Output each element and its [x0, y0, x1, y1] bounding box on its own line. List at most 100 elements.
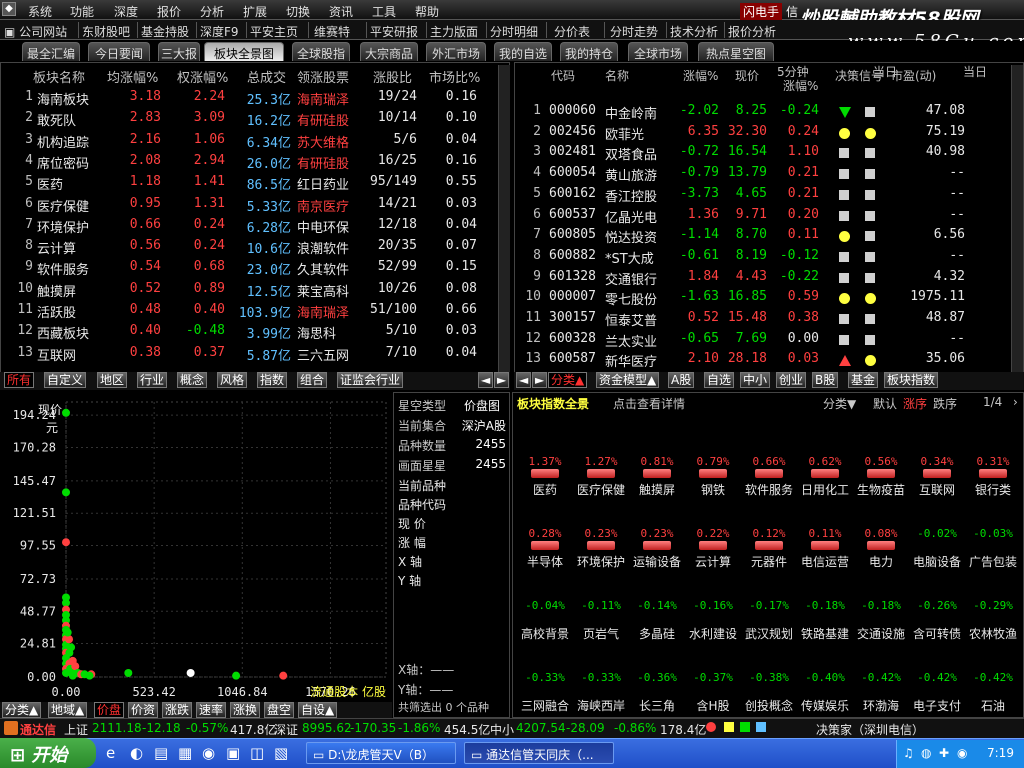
stock-row[interactable]: 1 000060 中金岭南 -2.02 8.25 -0.24 47.08 [515, 103, 1009, 123]
block-tile[interactable]: 0.08% 电力 [851, 527, 911, 570]
block-tile[interactable]: 1.27% 医疗保健 [571, 455, 631, 498]
stock-name[interactable]: 零七股份 [605, 289, 657, 308]
sector-col-header[interactable]: 权涨幅% [177, 67, 228, 86]
start-button[interactable]: ⊞ 开始 [0, 738, 96, 768]
toolbar-weisaite[interactable]: 维赛特 [314, 23, 350, 40]
leading-stock[interactable]: 海南瑞泽 [297, 89, 349, 108]
block-tile[interactable]: -0.18% 交通设施 [851, 599, 911, 642]
toolbar-depth-f9[interactable]: 深度F9 [200, 23, 239, 40]
sector-name[interactable]: 互联网 [37, 345, 76, 364]
menu-switch[interactable]: 切换 [286, 3, 310, 20]
leading-stock[interactable]: 红日药业 [297, 174, 349, 193]
sector-row[interactable]: 4 席位密码 2.08 2.94 26.0亿 有研硅股 16/25 0.16 [1, 153, 497, 173]
taskbar-item-folder[interactable]: ▭ D:\龙虎管天V（B） [306, 742, 456, 764]
stock-code[interactable]: 600805 [549, 227, 596, 242]
tab-three-papers[interactable]: 三大报 [158, 42, 200, 61]
leading-stock[interactable]: 南京医疗 [297, 196, 349, 215]
stock-name[interactable]: 香江控股 [605, 186, 657, 205]
tab-news[interactable]: 今日要闻 [88, 42, 150, 61]
block-tile[interactable]: 0.12% 元器件 [739, 527, 799, 570]
sector-table-scrollbar[interactable] [498, 65, 510, 375]
scatter-plot[interactable]: 现价元194.24170.28145.47121.5197.5572.7348.… [0, 392, 392, 704]
block-tile[interactable]: 0.11% 电信运营 [795, 527, 855, 570]
stock-category-tab[interactable]: A股 [668, 372, 695, 388]
toolbar-intraday[interactable]: 分时走势 [610, 23, 658, 40]
block-tile[interactable]: -0.03% 广告包装 [963, 527, 1023, 570]
tray-network-icon[interactable]: ♫ [903, 746, 914, 760]
sector-col-header[interactable]: 领涨股票 [297, 67, 349, 86]
stock-row[interactable]: 9 601328 交通银行 1.84 4.43 -0.22 4.32 [515, 269, 1009, 289]
block-tile[interactable]: -0.18% 铁路基建 [795, 599, 855, 642]
tab-compilation[interactable]: 最全汇编 [22, 42, 80, 61]
sector-row[interactable]: 1 海南板块 3.18 2.24 25.3亿 海南瑞泽 19/24 0.16 [1, 89, 497, 109]
stock-code[interactable]: 002481 [549, 144, 596, 159]
quicklaunch-browser-icon[interactable]: ◉ [202, 744, 215, 762]
block-tile[interactable]: 0.79% 钢铁 [683, 455, 743, 498]
taskbar-item-tdx[interactable]: ▭ 通达信管天同庆（... [464, 742, 614, 764]
menu-analysis[interactable]: 分析 [200, 3, 224, 20]
sector-row[interactable]: 9 软件服务 0.54 0.68 23.0亿 久其软件 52/99 0.15 [1, 259, 497, 279]
quicklaunch-terminal-icon[interactable]: ▧ [274, 744, 288, 762]
stock-name[interactable]: *ST大成 [605, 248, 654, 267]
toolbar-tick-detail[interactable]: 分时明细 [490, 23, 538, 40]
stock-code[interactable]: 002456 [549, 124, 596, 139]
quicklaunch-folder-icon[interactable]: ▣ [226, 744, 240, 762]
toolbar-tech-analysis[interactable]: 技术分析 [670, 23, 718, 40]
stock-col-header[interactable]: 市盈(动) [891, 67, 936, 84]
stock-row[interactable]: 5 600162 香江控股 -3.73 4.65 0.21 -- [515, 186, 1009, 206]
stock-category-tab[interactable]: 分类▲ [548, 372, 588, 388]
stock-name[interactable]: 恒泰艾普 [605, 310, 657, 329]
leading-stock[interactable]: 中电环保 [297, 217, 349, 236]
scatter-mode-tab[interactable]: 速率 [196, 702, 227, 718]
toolbar-guba[interactable]: 东财股吧 [82, 23, 130, 40]
scatter-mode-tab[interactable]: 地域▲ [48, 702, 88, 718]
menu-tools[interactable]: 工具 [372, 3, 396, 20]
tab-scroll-right-icon[interactable]: ► [532, 372, 548, 388]
tab-scroll-left-icon[interactable]: ◄ [516, 372, 532, 388]
leading-stock[interactable]: 久其软件 [297, 259, 349, 278]
stock-row[interactable]: 2 002456 欧菲光 6.35 32.30 0.24 75.19 [515, 124, 1009, 144]
stock-category-tab[interactable]: 中小 [740, 372, 771, 388]
quicklaunch-media-icon[interactable]: ◐ [130, 744, 143, 762]
stock-name[interactable]: 黄山旅游 [605, 165, 657, 184]
sector-row[interactable]: 12 西藏板块 0.40 -0.48 3.99亿 海思科 5/10 0.03 [1, 323, 497, 343]
info-icon[interactable] [740, 722, 750, 732]
toolbar-pingan-report[interactable]: 平安研报 [370, 23, 418, 40]
sector-tab[interactable]: 风格 [217, 372, 248, 388]
menu-quote[interactable]: 报价 [157, 3, 181, 20]
scatter-mode-tab[interactable]: 分类▲ [2, 702, 42, 718]
tray-security-icon[interactable]: ✚ [939, 746, 949, 760]
stock-code[interactable]: 000007 [549, 289, 596, 304]
stock-col-header[interactable]: 涨幅% [683, 67, 718, 84]
leading-stock[interactable]: 有研硅股 [297, 153, 349, 172]
sector-tab[interactable]: 证监会行业 [337, 372, 404, 388]
block-tile[interactable]: -0.33% 海峡西岸 [571, 671, 631, 714]
quicklaunch-ie-icon[interactable]: e [106, 744, 115, 762]
tab-hot-starmap[interactable]: 热点星空图 [698, 42, 774, 61]
stock-code[interactable]: 600537 [549, 207, 596, 222]
sort-default-button[interactable]: 默认 [873, 395, 897, 412]
block-tile[interactable]: -0.29% 农林牧渔 [963, 599, 1023, 642]
block-tile[interactable]: 1.37% 医药 [515, 455, 575, 498]
scatter-mode-tab[interactable]: 价资 [128, 702, 159, 718]
quicklaunch-app-icon[interactable]: ▦ [178, 744, 192, 762]
toolbar-company-site[interactable]: ▣ 公司网站 [4, 23, 67, 40]
tab-my-holdings[interactable]: 我的持仓 [560, 42, 618, 61]
toolbar-quote-analysis[interactable]: 报价分析 [728, 23, 776, 40]
sort-category-button[interactable]: 分类▼ [823, 395, 856, 412]
stock-name[interactable]: 双塔食品 [605, 144, 657, 163]
toolbar-fund-holding[interactable]: 基金持股 [141, 23, 189, 40]
sector-row[interactable]: 5 医药 1.18 1.41 86.5亿 红日药业 95/149 0.55 [1, 174, 497, 194]
sector-row[interactable]: 7 环境保护 0.66 0.24 6.28亿 中电环保 12/18 0.04 [1, 217, 497, 237]
menu-system[interactable]: 系统 [28, 3, 52, 20]
scatter-mode-tab[interactable]: 价盘 [94, 702, 125, 718]
sector-tab[interactable]: 所有 [4, 372, 35, 388]
stock-row[interactable]: 4 600054 黄山旅游 -0.79 13.79 0.21 -- [515, 165, 1009, 185]
block-tile[interactable]: -0.38% 创投概念 [739, 671, 799, 714]
block-tile[interactable]: 0.28% 半导体 [515, 527, 575, 570]
block-tile[interactable]: -0.14% 多晶硅 [627, 599, 687, 642]
msg-icon[interactable] [724, 722, 734, 732]
block-tile[interactable]: 0.23% 环境保护 [571, 527, 631, 570]
sector-col-header[interactable]: 市场比% [429, 67, 480, 86]
sector-tab[interactable]: 指数 [257, 372, 288, 388]
